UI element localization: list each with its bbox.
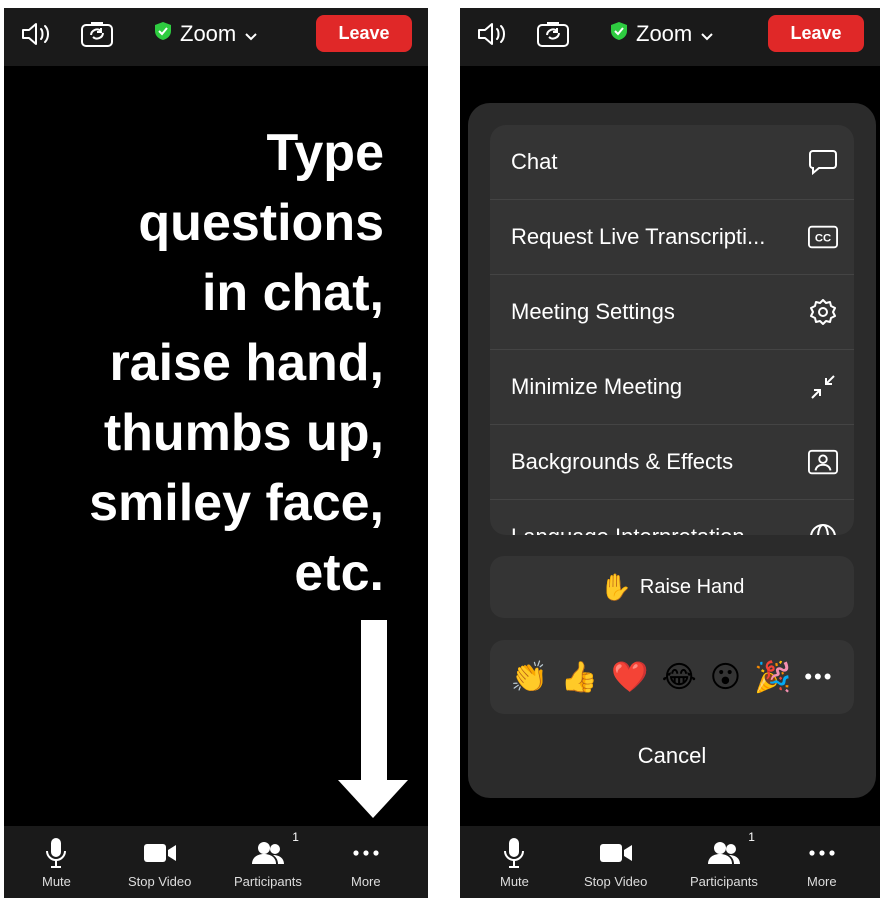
stop-video-button[interactable]: Stop Video [128, 836, 191, 889]
minimize-icon [808, 372, 838, 402]
mute-button[interactable]: Mute [500, 836, 529, 889]
stop-video-label: Stop Video [128, 874, 192, 889]
left-phone-screen: Zoom Leave Type questions in chat, raise… [4, 0, 428, 898]
globe-icon [808, 522, 838, 535]
menu-item-label: Meeting Settings [511, 299, 675, 324]
more-button[interactable]: More [351, 836, 381, 889]
menu-item-label: Chat [511, 149, 558, 174]
more-label: More [807, 874, 837, 889]
mute-label: Mute [42, 874, 71, 889]
menu-item-label: Backgrounds & Effects [511, 449, 734, 474]
reactions-bar: 👏 👍 ❤️ 😂 😮 🎉 ••• [490, 640, 854, 714]
more-options-sheet: Chat Request Live Transcripti... CC Meet… [468, 103, 876, 798]
stop-video-button[interactable]: Stop Video [584, 836, 647, 889]
gear-icon [808, 297, 838, 327]
participants-icon: 1 [707, 830, 755, 870]
raise-hand-button[interactable]: ✋ Raise Hand [490, 556, 854, 618]
top-edge [460, 0, 880, 8]
menu-item-backgrounds-effects[interactable]: Backgrounds & Effects [490, 425, 854, 500]
person-frame-icon [808, 447, 838, 477]
mute-button[interactable]: Mute [42, 836, 71, 889]
chevron-down-icon [244, 21, 258, 47]
instruction-text: Type questions in chat, raise hand, thum… [89, 124, 384, 602]
participants-count: 1 [748, 830, 755, 844]
top-bar: Zoom Leave [4, 0, 428, 66]
svg-text:CC: CC [815, 233, 831, 245]
stop-video-label: Stop Video [584, 874, 648, 889]
participants-label: Participants [690, 874, 758, 889]
menu-item-meeting-settings[interactable]: Meeting Settings [490, 275, 854, 350]
more-label: More [351, 874, 381, 889]
right-phone-screen: Zoom Leave Chat Request Live Transcripti… [460, 0, 880, 898]
participants-button[interactable]: 1 Participants [690, 830, 758, 889]
switch-camera-icon[interactable] [536, 20, 570, 53]
thumbs-up-icon[interactable]: 👍 [561, 660, 598, 695]
more-dots-icon [352, 836, 380, 870]
more-reactions-icon[interactable]: ••• [804, 664, 833, 690]
microphone-icon [45, 836, 67, 870]
chat-bubble-icon [808, 147, 838, 177]
heart-icon[interactable]: ❤️ [611, 660, 648, 695]
down-arrow-icon [338, 620, 408, 818]
participants-button[interactable]: 1 Participants [234, 830, 302, 889]
microphone-icon [503, 836, 525, 870]
top-edge [4, 0, 428, 8]
menu-item-minimize-meeting[interactable]: Minimize Meeting [490, 350, 854, 425]
shield-check-icon [154, 21, 172, 47]
meeting-title-dropdown[interactable]: Zoom [610, 20, 714, 48]
more-button[interactable]: More [807, 836, 837, 889]
bottom-toolbar: Mute Stop Video 1 Participants More [460, 826, 880, 898]
menu-item-label: Minimize Meeting [511, 374, 683, 399]
video-camera-icon [599, 836, 633, 870]
shield-check-icon [610, 21, 628, 47]
meeting-title: Zoom [180, 21, 237, 46]
speaker-icon[interactable] [20, 20, 54, 53]
party-popper-icon[interactable]: 🎉 [754, 660, 791, 695]
switch-camera-icon[interactable] [80, 20, 114, 53]
menu-item-label: Language Interpretation [511, 500, 745, 535]
menu-item-label: Request Live Transcripti... [511, 224, 766, 249]
chevron-down-icon [700, 21, 714, 47]
bottom-toolbar: Mute Stop Video 1 Participants More [4, 826, 428, 898]
menu-list: Chat Request Live Transcripti... CC Meet… [490, 125, 854, 535]
leave-button[interactable]: Leave [768, 15, 864, 52]
meeting-title-dropdown[interactable]: Zoom [154, 20, 258, 48]
clapping-hands-icon[interactable]: 👏 [511, 660, 548, 695]
leave-button[interactable]: Leave [316, 15, 412, 52]
menu-item-language-interpretation[interactable]: Language Interpretation [490, 500, 854, 535]
speaker-icon[interactable] [476, 20, 510, 53]
tears-of-joy-icon[interactable]: 😂 [662, 660, 697, 695]
raise-hand-label: Raise Hand [639, 575, 745, 598]
top-bar: Zoom Leave [460, 0, 880, 66]
participants-count: 1 [292, 830, 299, 844]
menu-item-live-transcription[interactable]: Request Live Transcripti... CC [490, 200, 854, 275]
cancel-button[interactable]: Cancel [468, 743, 876, 769]
raised-hand-icon: ✋ [599, 571, 632, 602]
participants-label: Participants [234, 874, 302, 889]
cc-icon: CC [808, 222, 838, 252]
video-camera-icon [143, 836, 177, 870]
participants-icon: 1 [251, 830, 299, 870]
meeting-title: Zoom [636, 21, 693, 46]
surprised-face-icon[interactable]: 😮 [710, 660, 741, 695]
mute-label: Mute [500, 874, 529, 889]
menu-item-chat[interactable]: Chat [490, 125, 854, 200]
more-dots-icon [808, 836, 836, 870]
